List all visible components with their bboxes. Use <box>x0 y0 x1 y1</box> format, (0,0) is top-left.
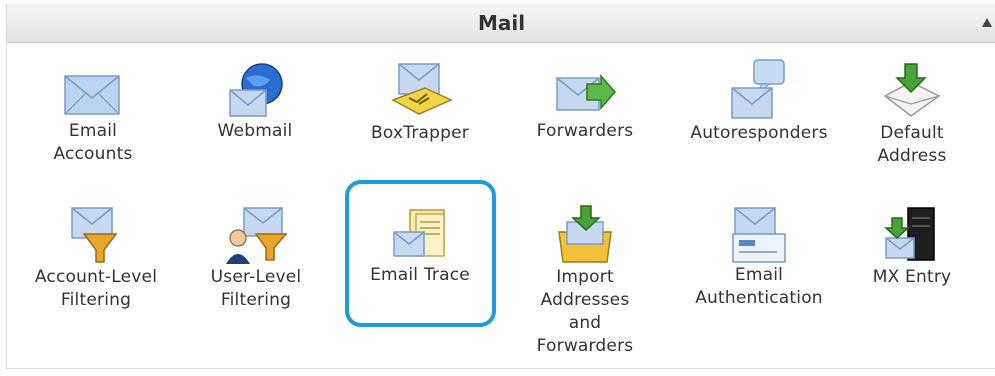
default-address-icon <box>883 63 941 117</box>
item-label-line: BoxTrapper <box>371 123 469 143</box>
item-label-line: Addresses <box>540 290 630 310</box>
panel-title: Mail <box>477 11 526 35</box>
item-label-line: User-Level <box>210 267 302 287</box>
item-label-line: MX Entry <box>872 267 952 287</box>
forwarders-icon <box>556 74 616 111</box>
user-level-filtering-item[interactable]: User-Level Filtering <box>192 204 320 312</box>
panel-header[interactable]: Mail <box>7 4 995 43</box>
autoresponders-icon <box>731 59 785 119</box>
account-filter-icon <box>71 207 118 263</box>
forwarders-item[interactable]: Forwarders <box>520 68 650 143</box>
import-icon <box>558 205 612 263</box>
email-authentication-item[interactable]: Email Authentication <box>670 206 848 310</box>
boxtrapper-icon <box>391 63 453 115</box>
item-label-line: Authentication <box>695 288 823 308</box>
item-label-line: Default <box>880 123 944 143</box>
item-label-line: Email <box>734 265 784 285</box>
email-accounts-icon <box>64 75 120 115</box>
collapse-arrow-icon[interactable] <box>982 18 992 27</box>
email-accounts-item[interactable]: Email Accounts <box>28 64 158 166</box>
item-label-line: Address <box>877 146 947 166</box>
email-auth-icon <box>732 207 786 263</box>
item-label-line: Forwarders <box>536 336 634 356</box>
item-label-line: Filtering <box>220 290 292 310</box>
item-label-line: Account-Level <box>34 267 158 287</box>
mx-entry-item[interactable]: MX Entry <box>858 204 966 289</box>
item-label-line: Email <box>68 121 118 141</box>
webmail-item[interactable]: Webmail <box>200 62 310 143</box>
item-label-line: Forwarders <box>536 121 634 141</box>
item-label-line: Import <box>556 267 614 287</box>
webmail-icon <box>229 63 283 117</box>
boxtrapper-item[interactable]: BoxTrapper <box>350 60 490 145</box>
item-label-line: Autoresponders <box>690 123 828 143</box>
import-addresses-forwarders-item[interactable]: Import Addresses and Forwarders <box>520 204 650 358</box>
item-label-line: Accounts <box>53 144 133 164</box>
mx-entry-icon <box>884 207 935 261</box>
item-label-line: Webmail <box>217 121 293 141</box>
email-trace-highlight <box>345 180 496 327</box>
user-filter-icon <box>226 207 288 264</box>
default-address-item[interactable]: Default Address <box>862 60 962 168</box>
item-label-line: and <box>568 313 602 333</box>
autoresponders-item[interactable]: Autoresponders <box>670 58 848 145</box>
item-label-line: Filtering <box>60 290 132 310</box>
account-level-filtering-item[interactable]: Account-Level Filtering <box>16 204 176 312</box>
